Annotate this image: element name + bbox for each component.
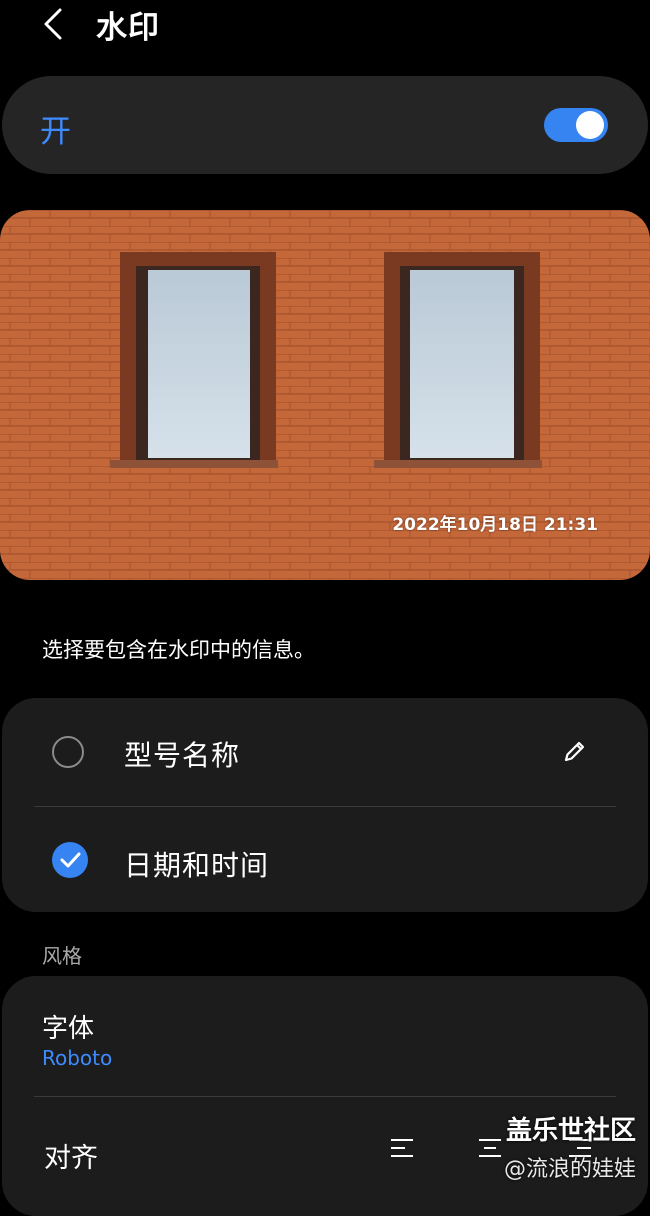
option-label: 日期和时间 <box>124 849 270 882</box>
watermark-switch[interactable] <box>544 108 608 142</box>
edit-icon[interactable] <box>560 736 590 766</box>
watermark-preview-image: 2022年10月18日 21:31 <box>0 210 650 580</box>
align-left-icon[interactable] <box>388 1134 416 1162</box>
toggle-label: 开 <box>40 114 71 150</box>
app-header: 水印 <box>0 0 650 60</box>
community-watermark-title: 盖乐世社区 <box>505 1116 636 1146</box>
align-setting-title: 对齐 <box>44 1143 98 1174</box>
switch-knob <box>576 111 604 139</box>
option-model-name[interactable]: 型号名称 <box>0 698 646 805</box>
align-center-icon[interactable] <box>476 1134 504 1162</box>
date-time-check[interactable] <box>52 842 88 878</box>
option-label: 型号名称 <box>124 739 241 772</box>
community-watermark: 盖乐世社区 @流浪的娃娃 <box>504 1110 636 1183</box>
watermark-datetime-text: 2022年10月18日 21:31 <box>392 515 598 535</box>
community-watermark-user: @流浪的娃娃 <box>503 1157 636 1182</box>
description-text: 选择要包含在水印中的信息。 <box>42 638 315 662</box>
section-header-style: 风格 <box>42 944 82 968</box>
style-divider <box>34 1096 616 1097</box>
page-title: 水印 <box>96 10 160 46</box>
font-setting-value: Roboto <box>42 1046 113 1070</box>
font-setting-title[interactable]: 字体 <box>42 1008 94 1045</box>
checkmark-icon <box>60 852 81 868</box>
model-name-radio[interactable] <box>52 736 84 768</box>
watermark-toggle-row[interactable]: 开 <box>2 76 648 174</box>
option-date-time[interactable]: 日期和时间 <box>0 806 646 913</box>
back-arrow-icon[interactable] <box>38 4 74 44</box>
